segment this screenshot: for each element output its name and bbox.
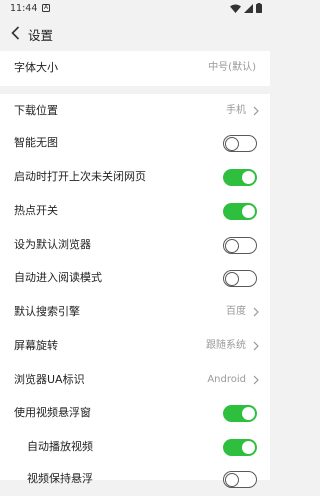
screen-rotation-row[interactable]: 屏幕旋转 跟随系统 (0, 329, 270, 363)
font-size-row[interactable]: 字体大小 中号(默认) (0, 51, 270, 85)
battery-icon (256, 3, 262, 13)
font-size-label: 字体大小 (14, 61, 58, 74)
status-icons (230, 3, 262, 13)
hot-topics-label: 热点开关 (14, 204, 58, 217)
restore-tabs-label: 启动时打开上次未关闭网页 (14, 170, 146, 183)
hot-topics-toggle[interactable] (223, 203, 257, 220)
title-bar: 设置 (0, 17, 270, 49)
download-location-value: 手机 (226, 105, 246, 116)
auto-reader-label: 自动进入阅读模式 (14, 271, 102, 284)
search-engine-row[interactable]: 默认搜索引擎 百度 (0, 295, 270, 329)
video-keep-row: 视频保持悬浮 (0, 462, 270, 496)
signal-icon (244, 3, 253, 13)
status-bar: 11:44 A (0, 0, 270, 17)
ua-identifier-label: 浏览器UA标识 (14, 373, 85, 386)
chevron-right-icon (253, 375, 259, 385)
floating-video-row: 使用视频悬浮窗 (0, 396, 270, 430)
autoplay-video-toggle[interactable] (223, 439, 257, 456)
status-time: 11:44 (10, 3, 38, 14)
restore-tabs-row: 启动时打开上次未关闭网页 (0, 160, 270, 194)
font-size-value: 中号(默认) (208, 62, 256, 73)
default-browser-label: 设为默认浏览器 (14, 238, 91, 251)
autoplay-video-row: 自动播放视频 (0, 430, 270, 464)
wifi-icon (230, 4, 241, 13)
auto-reader-row: 自动进入阅读模式 (0, 261, 270, 295)
no-image-label: 智能无图 (14, 136, 58, 149)
ua-identifier-row[interactable]: 浏览器UA标识 Android (0, 363, 270, 397)
autoplay-video-label: 自动播放视频 (27, 440, 93, 453)
floating-video-label: 使用视频悬浮窗 (14, 406, 91, 419)
screen-rotation-label: 屏幕旋转 (14, 339, 58, 352)
default-browser-toggle[interactable] (223, 237, 257, 254)
settings-group-main: 下载位置 手机 智能无图 启动时打开上次未关闭网页 热点开关 设为默认浏览器 自… (0, 94, 270, 488)
settings-group-display: 字体大小 中号(默认) (0, 51, 270, 86)
restore-tabs-toggle[interactable] (223, 169, 257, 186)
ua-identifier-value: Android (207, 374, 246, 385)
no-image-row: 智能无图 (0, 126, 270, 160)
download-location-row[interactable]: 下载位置 手机 (0, 94, 270, 128)
page-title: 设置 (28, 28, 54, 43)
default-browser-row: 设为默认浏览器 (0, 228, 270, 262)
no-image-toggle[interactable] (223, 135, 257, 152)
chevron-right-icon (253, 106, 259, 116)
search-engine-value: 百度 (226, 306, 246, 317)
chevron-right-icon (253, 307, 259, 317)
screen-rotation-value: 跟随系统 (206, 340, 246, 351)
download-location-label: 下载位置 (14, 104, 58, 117)
floating-video-toggle[interactable] (223, 405, 257, 422)
auto-reader-toggle[interactable] (223, 270, 257, 287)
notification-icon: A (42, 4, 50, 12)
search-engine-label: 默认搜索引擎 (14, 305, 80, 318)
chevron-right-icon (253, 341, 259, 351)
hot-topics-row: 热点开关 (0, 194, 270, 228)
back-arrow-icon[interactable] (8, 25, 22, 41)
video-keep-label: 视频保持悬浮 (27, 472, 93, 485)
